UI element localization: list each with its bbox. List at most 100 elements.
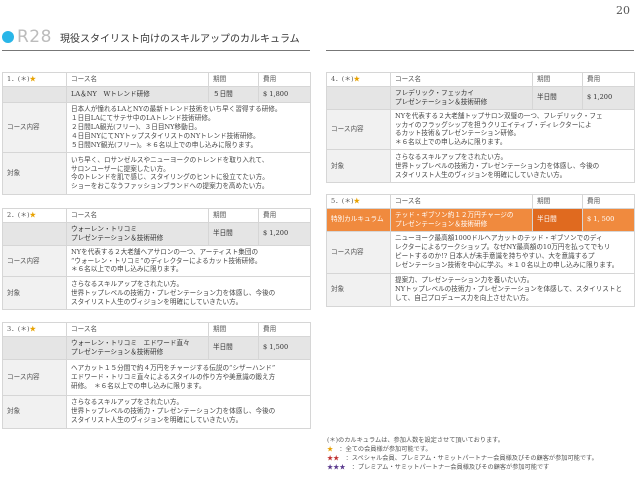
bullet-icon xyxy=(2,31,14,43)
course-name: ウォーレン・トリコミ プレゼンテーション＆技術研修 xyxy=(66,221,209,246)
target-label: 対象 xyxy=(2,394,67,429)
section-code: R28 xyxy=(17,27,52,47)
course-name-row: ウォーレン・トリコミ プレゼンテーション＆技術研修 半日間 $ 1,200 xyxy=(2,221,311,246)
course-number: 1．(＊)★ xyxy=(2,72,67,87)
course-table-5: 5．(＊)★ コース名 期間 費用 特別カルキュラム テッド・ギブソン約１２万円… xyxy=(326,194,635,307)
course-name: ウォーレン・トリコミ エドワード直々 プレゼンテーション＆技術研修 xyxy=(66,335,209,360)
course-content-row: コース内容 NYを代表する２大老舗トップサロン双璧の一つ、フレデリック・フェ ッ… xyxy=(326,108,635,151)
star-icon: ★ xyxy=(353,197,361,205)
course-content: NYを代表する２大老舗トップサロン双璧の一つ、フレデリック・フェ ッカイのフラッ… xyxy=(390,108,635,151)
course-name-row: LA＆NY Wトレンド研修 ５日間 $ 1,800 xyxy=(2,85,311,103)
content-label: コース内容 xyxy=(326,108,391,151)
col-period: 期間 xyxy=(532,194,583,209)
course-header-row: 1．(＊)★ コース名 期間 費用 xyxy=(2,72,311,87)
course-target: さらなるスキルアップをされたい方。 世界トップレベルの技術力・プレゼンテーション… xyxy=(390,149,635,184)
course-content-row: コース内容 日本人が憧れるLAとNYの最新トレンド技術をいち早く習得する研修。 … xyxy=(2,101,311,153)
course-number: 4．(＊)★ xyxy=(326,72,391,87)
course-fee: $ 1,500 xyxy=(258,335,311,360)
star-icon: ★ xyxy=(353,75,361,83)
course-content: ヘアカット１５分間で約４万円をチャージする伝説の“シザーハンド” エドワード・ト… xyxy=(66,358,311,396)
course-number: 2．(＊)★ xyxy=(2,208,67,223)
course-content: NYを代表する２大老舗ヘアサロンの一つ、アーティスト集団の “ウォーレン・トリコ… xyxy=(66,244,311,278)
col-course-name: コース名 xyxy=(66,322,209,337)
page-header: R28 現役スタイリスト向けのスキルアップのカルキュラム xyxy=(0,26,300,48)
course-fee: $ 1,200 xyxy=(582,85,635,110)
course-table-2: 2．(＊)★ コース名 期間 費用 ウォーレン・トリコミ プレゼンテーション＆技… xyxy=(2,208,311,311)
course-content: 日本人が憧れるLAとNYの最新トレンド技術をいち早く習得する研修。 １日目LAに… xyxy=(66,101,311,153)
course-header-row: 2．(＊)★ コース名 期間 費用 xyxy=(2,208,311,223)
course-number: 3．(＊)★ xyxy=(2,322,67,337)
course-content-row: コース内容 NYを代表する２大老舗ヘアサロンの一つ、アーティスト集団の “ウォー… xyxy=(2,244,311,278)
course-header-row: 4．(＊)★ コース名 期間 費用 xyxy=(326,72,635,87)
course-target-row: 対象 さらなるスキルアップをされたい方。 世界トップレベルの技術力・プレゼンテー… xyxy=(326,149,635,184)
course-name: LA＆NY Wトレンド研修 xyxy=(66,85,209,103)
course-target-row: 対象 提案力、プレゼンテーション力を養いたい方。 NYトップレベルの技術力・プレ… xyxy=(326,272,635,307)
star-icon: ★ xyxy=(29,211,37,219)
col-fee: 費用 xyxy=(582,194,635,209)
col-fee: 費用 xyxy=(258,72,311,87)
footnote-intro: (＊)のカルキュラムは、参加人数を設定させて頂いております。 xyxy=(327,437,504,444)
course-content: ニューヨーク最高額1000ドルヘアカットのテッド・ギブソンでのディ レクターによ… xyxy=(390,230,635,274)
course-target-row: 対象 さらなるスキルアップをされたい方。 世界トップレベルの技術力・プレゼンテー… xyxy=(2,394,311,429)
course-period: ５日間 xyxy=(208,85,259,103)
course-name: テッド・ギブソン約１２万円チャージの プレゼンテーション＆技術研修 xyxy=(390,207,533,232)
footnote-tier-2: ★★ ：スペシャル会員、プレミアム・サミットパートナー会員様及びその顧客が参加可… xyxy=(327,454,598,462)
course-table-1: 1．(＊)★ コース名 期間 費用 LA＆NY Wトレンド研修 ５日間 $ 1,… xyxy=(2,72,311,195)
header-rule-left xyxy=(2,50,310,51)
content-label: コース内容 xyxy=(326,230,391,274)
col-period: 期間 xyxy=(208,208,259,223)
star-icon: ★ xyxy=(29,325,37,333)
course-fee: $ 1,200 xyxy=(258,221,311,246)
star-icon: ★ xyxy=(29,75,37,83)
course-target: さらなるスキルアップをされたい方。 世界トップレベルの技術力・プレゼンテーション… xyxy=(66,276,311,311)
course-header-row: 5．(＊)★ コース名 期間 費用 xyxy=(326,194,635,209)
header-rule-right xyxy=(326,50,634,51)
page-number: 20 xyxy=(616,4,630,17)
col-course-name: コース名 xyxy=(66,208,209,223)
star-icon: ★★ xyxy=(327,454,340,462)
course-target: 提案力、プレゼンテーション力を養いたい方。 NYトップレベルの技術力・プレゼンテ… xyxy=(390,272,635,307)
course-fee: $ 1, 500 xyxy=(582,207,635,232)
course-name-row: フレデリック・フェッカイ プレゼンテーション＆技術研修 半日間 $ 1,200 xyxy=(326,85,635,110)
content-label: コース内容 xyxy=(2,244,67,278)
course-fee: $ 1,800 xyxy=(258,85,311,103)
course-period: 半日間 xyxy=(208,221,259,246)
col-period: 期間 xyxy=(208,322,259,337)
target-label: 対象 xyxy=(2,151,67,195)
course-name: フレデリック・フェッカイ プレゼンテーション＆技術研修 xyxy=(390,85,533,110)
col-course-name: コース名 xyxy=(390,72,533,87)
course-target: さらなるスキルアップをされたい方。 世界トップレベルの技術力・プレゼンテーション… xyxy=(66,394,311,429)
col-fee: 費用 xyxy=(258,208,311,223)
course-number: 5．(＊)★ xyxy=(326,194,391,209)
col-course-name: コース名 xyxy=(66,72,209,87)
course-name-row: 特別カルキュラム テッド・ギブソン約１２万円チャージの プレゼンテーション＆技術… xyxy=(326,207,635,232)
content-label: コース内容 xyxy=(2,101,67,153)
course-target-row: 対象 いち早く、ロサンゼルスやニューヨークのトレンドを取り入れて、 サロンユーザ… xyxy=(2,151,311,195)
special-badge: 特別カルキュラム xyxy=(326,207,391,232)
course-table-4: 4．(＊)★ コース名 期間 費用 フレデリック・フェッカイ プレゼンテーション… xyxy=(326,72,635,184)
course-name-row: ウォーレン・トリコミ エドワード直々 プレゼンテーション＆技術研修 半日間 $ … xyxy=(2,335,311,360)
target-label: 対象 xyxy=(326,149,391,184)
target-label: 対象 xyxy=(2,276,67,311)
col-period: 期間 xyxy=(208,72,259,87)
star-icon: ★★★ xyxy=(327,463,346,471)
course-target: いち早く、ロサンゼルスやニューヨークのトレンドを取り入れて、 サロンユーザーに提… xyxy=(66,151,311,195)
footnote-tier-3: ★★★ ：プレミアム・サミットパートナー会員様及びその顧客が参加可能です xyxy=(327,463,550,471)
footnotes: (＊)のカルキュラムは、参加人数を設定させて頂いております。 ★ ：全ての会員様… xyxy=(327,437,598,473)
star-icon: ★ xyxy=(327,445,334,453)
footnote-tier-1: ★ ：全ての会員様が参加可能です。 xyxy=(327,445,432,453)
course-period: 半日間 xyxy=(532,85,583,110)
col-period: 期間 xyxy=(532,72,583,87)
course-period: 半日間 xyxy=(532,207,583,232)
course-target-row: 対象 さらなるスキルアップをされたい方。 世界トップレベルの技術力・プレゼンテー… xyxy=(2,276,311,311)
course-period: 半日間 xyxy=(208,335,259,360)
col-course-name: コース名 xyxy=(390,194,533,209)
course-table-3: 3．(＊)★ コース名 期間 費用 ウォーレン・トリコミ エドワード直々 プレゼ… xyxy=(2,322,311,429)
col-fee: 費用 xyxy=(582,72,635,87)
course-header-row: 3．(＊)★ コース名 期間 費用 xyxy=(2,322,311,337)
content-label: コース内容 xyxy=(2,358,67,396)
col-fee: 費用 xyxy=(258,322,311,337)
course-content-row: コース内容 ヘアカット１５分間で約４万円をチャージする伝説の“シザーハンド” エ… xyxy=(2,358,311,396)
course-content-row: コース内容 ニューヨーク最高額1000ドルヘアカットのテッド・ギブソンでのディ … xyxy=(326,230,635,274)
target-label: 対象 xyxy=(326,272,391,307)
